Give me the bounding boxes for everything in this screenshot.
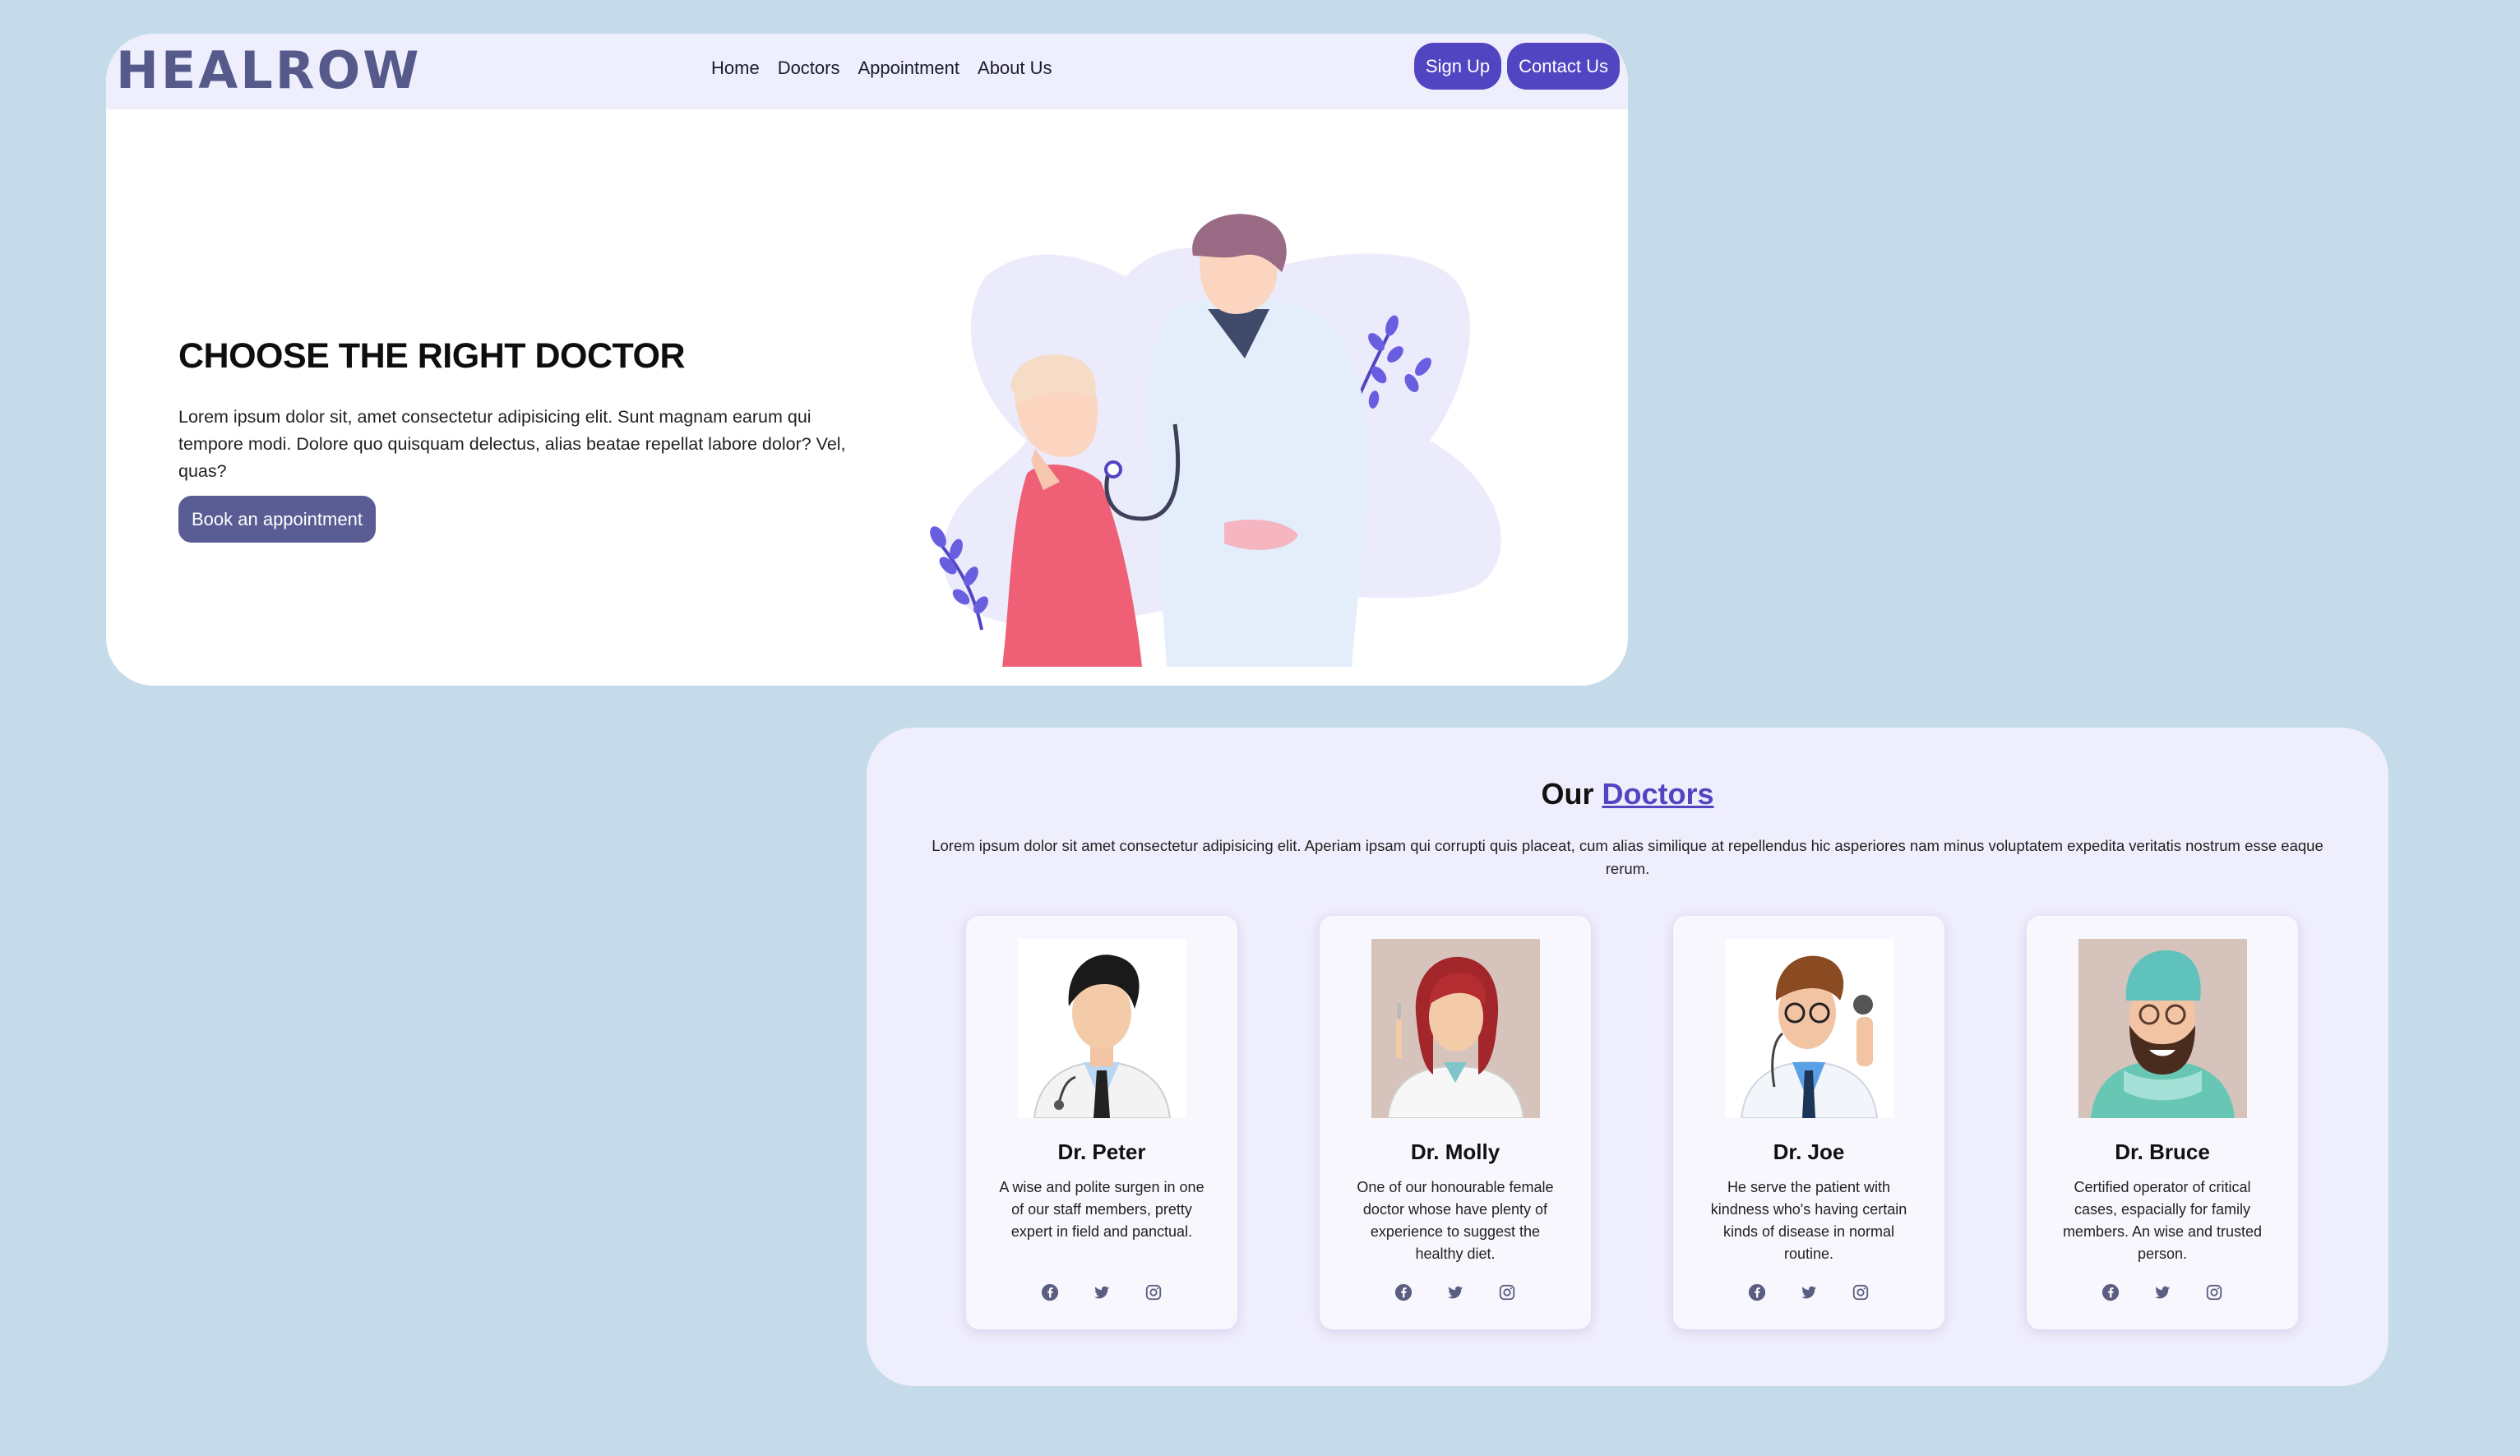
hero-panel: HEALROW Home Doctors Appointment About U…	[106, 34, 1628, 686]
twitter-icon[interactable]	[1093, 1283, 1111, 1301]
instagram-icon[interactable]	[2205, 1283, 2223, 1301]
section-title: Our Doctors	[867, 777, 2388, 811]
doctor-bio: He serve the patient with kindness who's…	[1710, 1179, 1907, 1262]
nav-link-home[interactable]: Home	[711, 53, 760, 82]
book-appointment-button[interactable]: Book an appointment	[178, 496, 376, 543]
nav-links: Home Doctors Appointment About Us	[711, 53, 1052, 82]
doctor-bio: Certified operator of critical cases, es…	[2062, 1179, 2263, 1262]
doctor-name: Dr. Bruce	[2115, 1139, 2210, 1164]
nav-link-doctors[interactable]: Doctors	[778, 53, 840, 82]
social-links	[2027, 1283, 2298, 1301]
sign-up-button[interactable]: Sign Up	[1413, 43, 1502, 90]
facebook-icon[interactable]	[1041, 1283, 1059, 1301]
section-title-doctors-link[interactable]: Doctors	[1602, 777, 1714, 811]
instagram-icon[interactable]	[1144, 1283, 1163, 1301]
twitter-icon[interactable]	[2153, 1283, 2171, 1301]
doctor-avatar-peter	[1018, 939, 1186, 1118]
doctor-avatar-joe	[1725, 939, 1893, 1118]
doctor-avatar-bruce	[2078, 939, 2247, 1118]
section-title-prefix: Our	[1541, 777, 1594, 811]
nav-cta-group: Sign Up Contact Us	[1413, 43, 1620, 90]
social-links	[966, 1283, 1237, 1301]
nav-link-appointment[interactable]: Appointment	[858, 53, 959, 82]
twitter-icon[interactable]	[1446, 1283, 1464, 1301]
hero-title: CHOOSE THE RIGHT DOCTOR	[178, 336, 686, 376]
hero-text: Lorem ipsum dolor sit, amet consectetur …	[178, 407, 846, 481]
doctor-card-bruce: Dr. Bruce Certified operator of critical…	[2027, 916, 2298, 1329]
doctor-card-peter: Dr. Peter A wise and polite surgen in on…	[966, 916, 1237, 1329]
instagram-icon[interactable]	[1852, 1283, 1870, 1301]
doctor-illustration	[930, 214, 1501, 667]
facebook-icon[interactable]	[1748, 1283, 1766, 1301]
nav-link-about-us[interactable]: About Us	[978, 53, 1052, 82]
facebook-icon[interactable]	[2102, 1283, 2120, 1301]
doctors-panel: Our Doctors Lorem ipsum dolor sit amet c…	[867, 728, 2388, 1386]
doctor-bio: A wise and polite surgen in one of our s…	[999, 1179, 1205, 1240]
doctor-cards: Dr. Peter A wise and polite surgen in on…	[966, 916, 2306, 1329]
logo[interactable]: HEALROW	[116, 40, 422, 101]
social-links	[1320, 1283, 1591, 1301]
doctor-name: Dr. Peter	[1057, 1139, 1146, 1164]
doctor-card-molly: Dr. Molly One of our honourable female d…	[1320, 916, 1591, 1329]
section-description: Lorem ipsum dolor sit amet consectetur a…	[932, 837, 2323, 877]
twitter-icon[interactable]	[1800, 1283, 1818, 1301]
navbar: HEALROW Home Doctors Appointment About U…	[106, 34, 1628, 109]
doctor-card-joe: Dr. Joe He serve the patient with kindne…	[1673, 916, 1944, 1329]
contact-us-button[interactable]: Contact Us	[1507, 43, 1620, 90]
instagram-icon[interactable]	[1498, 1283, 1516, 1301]
doctor-avatar-molly	[1371, 939, 1540, 1118]
doctor-bio: One of our honourable female doctor whos…	[1357, 1179, 1554, 1262]
doctor-name: Dr. Molly	[1410, 1139, 1500, 1164]
facebook-icon[interactable]	[1394, 1283, 1413, 1301]
doctor-name: Dr. Joe	[1773, 1139, 1845, 1164]
social-links	[1673, 1283, 1944, 1301]
